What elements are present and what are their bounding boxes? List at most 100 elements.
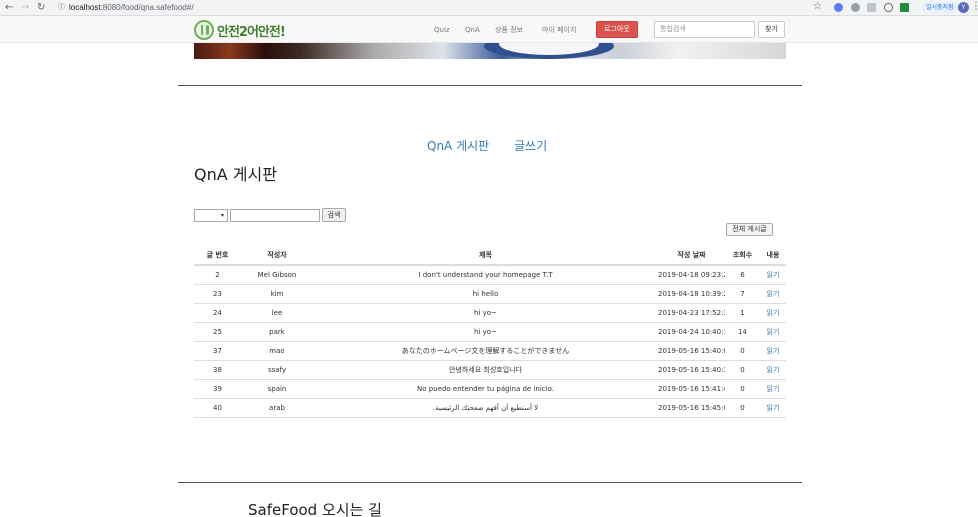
cell-no: 37 (213, 347, 222, 355)
page-title: QnA 게시판 (194, 165, 277, 184)
nav-quiz[interactable]: Quiz (434, 25, 450, 35)
hero-image (194, 43, 786, 59)
nav-product-info[interactable]: 상품 정보 (495, 25, 523, 35)
cell-author: Mel Gibson (257, 271, 297, 279)
cell-views: 0 (740, 404, 745, 412)
all-posts-button[interactable]: 전체 게시글 (726, 223, 773, 236)
cell-views: 0 (740, 366, 745, 374)
cell-author: park (269, 328, 285, 336)
read-link[interactable]: 읽기 (760, 327, 786, 337)
table-header: 글 번호 작성자 제목 작성 날짜 조회수 내용 (194, 245, 786, 266)
cell-date: 2019-05-16 15:40:31 (658, 366, 725, 374)
table-row: 40 arab لا أستطيع أن أفهم صفحتك الرئيسية. 2… (194, 399, 786, 418)
write-post-link[interactable]: 글쓰기 (514, 138, 547, 154)
table-row: 24 lee hi yo~ 2019-04-23 17:52:32 1 읽기 (194, 304, 786, 323)
avatar[interactable]: Y (958, 2, 969, 13)
column-header: 글 번호 (206, 250, 229, 259)
cell-views: 14 (738, 328, 747, 336)
extension-icon[interactable] (851, 3, 860, 12)
address-bar[interactable]: ⓘ localhost:8080/food/qna.safefood#/ (55, 1, 800, 15)
site-navbar: 안전2어안전! Quiz QnA 상품 정보 마이 페이지 로그아웃 통합검색 … (0, 16, 978, 43)
cell-date: 2019-05-16 15:45:01 (658, 404, 725, 412)
more-menu-icon[interactable]: ⋮ (971, 1, 978, 12)
cell-subject: No puedo entender tu página de inicio. (417, 385, 554, 393)
divider (178, 85, 802, 86)
table-row: 37 mao あなたのホームページ文を理解することができません 2019-05-16 … (194, 342, 786, 361)
cell-subject: 안녕하세요 최성호입니다 (448, 366, 523, 374)
cell-subject: لا أستطيع أن أفهم صفحتك الرئيسية. (432, 404, 539, 412)
extension-icon[interactable] (834, 3, 843, 12)
back-arrow-icon[interactable]: ← (5, 2, 13, 14)
cell-author: lee (271, 309, 283, 317)
table-body: 2 Mel Gibson I don't understand your homep… (194, 266, 786, 418)
profile-status-badge[interactable]: 일시중지됨 (922, 2, 958, 13)
logo-icon (194, 20, 214, 40)
nav-my-page[interactable]: 마이 페이지 (542, 25, 576, 35)
search-type-select[interactable]: ▾ (194, 209, 228, 222)
url-path: :8080/food/qna.safefood#/ (100, 3, 194, 12)
footer-title: SafeFood 오시는 길 (248, 501, 382, 517)
cell-author: kim (270, 290, 284, 298)
info-icon[interactable]: ⓘ (58, 1, 65, 15)
dropdown-arrow-icon: ▾ (220, 212, 224, 219)
extension-icon[interactable] (867, 3, 876, 12)
qna-board-link[interactable]: QnA 게시판 (427, 138, 489, 154)
cell-date: 2019-05-16 15:40:04 (658, 347, 725, 355)
cell-subject: hi yo~ (474, 309, 497, 317)
cell-no: 25 (213, 328, 222, 336)
cell-date: 2019-04-18 09:23:22 (658, 271, 725, 279)
logo-text: 안전2어안전! (217, 24, 286, 40)
column-header: 제목 (479, 250, 492, 259)
table-row: 2 Mel Gibson I don't understand your homep… (194, 266, 786, 285)
read-link[interactable]: 읽기 (760, 403, 786, 413)
table-row: 25 park hi yo~ 2019-04-24 10:40:17 14 읽기 (194, 323, 786, 342)
cell-views: 1 (740, 309, 745, 317)
cell-no: 38 (213, 366, 222, 374)
search-button[interactable]: 찾기 (758, 21, 785, 38)
cell-date: 2019-04-18 10:39:20 (658, 290, 725, 298)
cell-author: mao (269, 347, 285, 355)
cell-author: arab (269, 404, 285, 412)
divider (178, 482, 802, 483)
cell-views: 6 (740, 271, 745, 279)
browser-toolbar: ← → ↻ ⓘ localhost:8080/food/qna.safefood… (0, 0, 978, 16)
cell-author: ssafy (267, 366, 287, 374)
cell-subject: hi hello (472, 290, 499, 298)
cell-subject: hi yo~ (474, 328, 497, 336)
url-host: localhost (69, 3, 101, 12)
read-link[interactable]: 읽기 (760, 346, 786, 356)
cell-views: 0 (740, 347, 745, 355)
column-header: 조회수 (732, 250, 753, 259)
search-input[interactable]: 통합검색 (654, 21, 755, 38)
cell-views: 0 (740, 385, 745, 393)
cell-subject: あなたのホームページ文を理解することができません (401, 347, 570, 355)
cell-author: spain (267, 385, 287, 393)
extension-icon[interactable] (884, 3, 893, 12)
cell-no: 2 (215, 271, 220, 279)
logout-button[interactable]: 로그아웃 (596, 21, 638, 38)
forward-arrow-icon[interactable]: → (21, 2, 29, 14)
read-link[interactable]: 읽기 (760, 270, 786, 280)
board-search-input[interactable] (230, 209, 320, 222)
table-row: 39 spain No puedo entender tu página de in… (194, 380, 786, 399)
cell-date: 2019-05-16 15:41:47 (658, 385, 725, 393)
qna-table: 글 번호 작성자 제목 작성 날짜 조회수 내용 2 Mel Gibson I do… (194, 245, 786, 418)
reload-icon[interactable]: ↻ (37, 2, 45, 14)
board-search-button[interactable]: 검색 (322, 208, 346, 222)
cell-date: 2019-04-24 10:40:17 (658, 328, 725, 336)
read-link[interactable]: 읽기 (760, 365, 786, 375)
cell-no: 23 (213, 290, 222, 298)
nav-qna[interactable]: QnA (465, 25, 480, 35)
column-header: 작성 날짜 (677, 250, 706, 259)
read-link[interactable]: 읽기 (760, 289, 786, 299)
table-row: 38 ssafy 안녕하세요 최성호입니다 2019-05-16 15:40:31 0 읽… (194, 361, 786, 380)
site-logo[interactable]: 안전2어안전! (194, 19, 286, 41)
column-header: 작성자 (267, 250, 287, 259)
read-link[interactable]: 읽기 (760, 308, 786, 318)
extension-icon[interactable] (900, 3, 909, 12)
cell-no: 39 (213, 385, 222, 393)
read-link[interactable]: 읽기 (760, 384, 786, 394)
cell-no: 24 (213, 309, 222, 317)
cell-views: 7 (740, 290, 745, 298)
bookmark-star-icon[interactable]: ☆ (813, 1, 822, 12)
